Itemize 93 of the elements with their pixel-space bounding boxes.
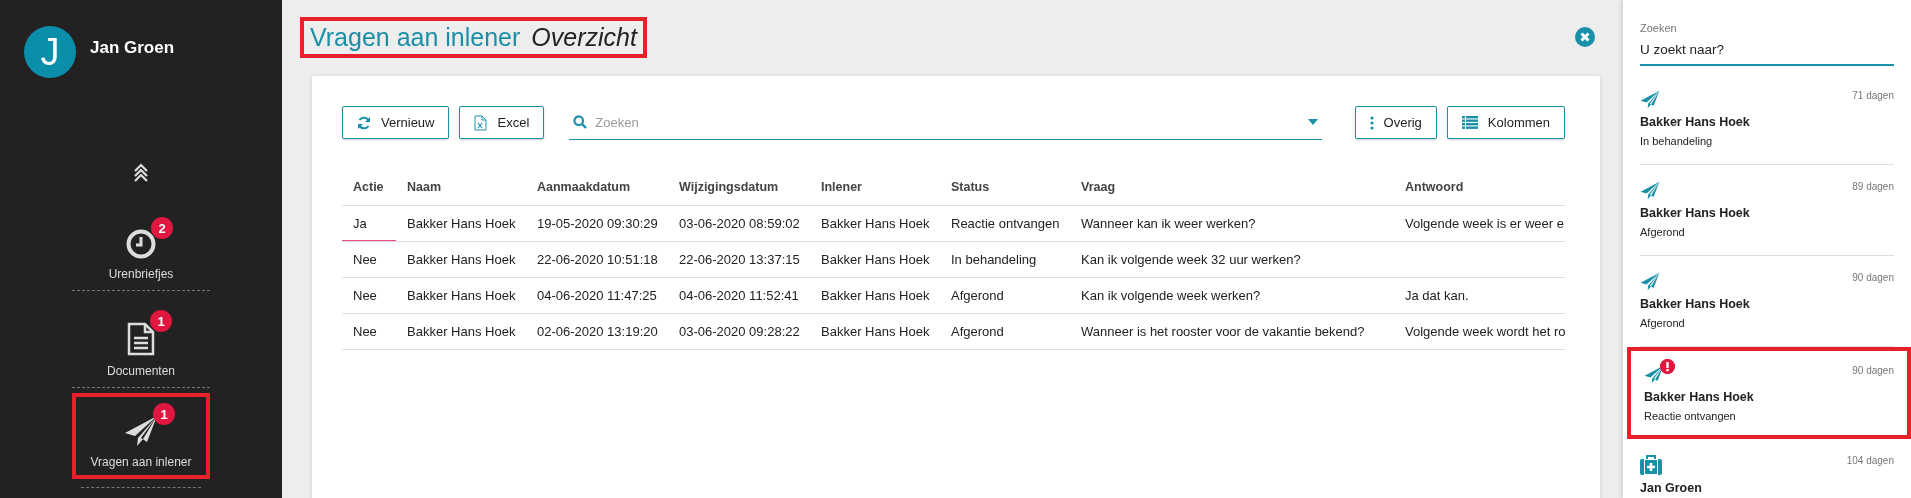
- columns-button[interactable]: Kolommen: [1446, 106, 1565, 139]
- table-cell: In behandeling: [951, 252, 1037, 267]
- item-name: Bakker Hans Hoek: [1640, 206, 1751, 220]
- age-label: 89 dagen: [1852, 181, 1894, 192]
- column-header[interactable]: Aanmaakdatum: [537, 180, 631, 194]
- item-status: Reactie ontvangen: [1644, 410, 1737, 422]
- table-cell: 22-06-2020 13:37:15: [679, 252, 800, 267]
- page-title: Vragen aan inlener: [310, 23, 521, 52]
- table-cell: 03-06-2020 09:28:22: [679, 324, 800, 339]
- item-status: In behandeling: [1640, 135, 1714, 147]
- item-name: Jan Groen: [1640, 481, 1703, 495]
- list-item[interactable]: 104 dagen Jan Groen: [1640, 439, 1894, 498]
- double-chevron-up-icon[interactable]: [133, 163, 149, 183]
- alert-icon: [1660, 359, 1675, 374]
- column-header[interactable]: Inlener: [821, 180, 862, 194]
- age-label: 104 dagen: [1846, 455, 1894, 466]
- list-item[interactable]: 89 dagen Bakker Hans Hoek Afgerond: [1640, 165, 1894, 256]
- age-label: 90 dagen: [1852, 272, 1894, 283]
- count-badge: 1: [150, 310, 172, 332]
- table-cell: Bakker Hans Hoek: [821, 288, 930, 303]
- list-item[interactable]: 90 dagen Bakker Hans Hoek Reactie ontvangen: [1627, 347, 1911, 439]
- avatar: J: [24, 26, 76, 78]
- paper-plane-icon: [1644, 365, 1664, 384]
- nav-item[interactable]: 2 Urenbriefjes: [72, 194, 210, 291]
- table-cell: Ja dat kan.: [1405, 288, 1469, 303]
- table-cell: Kan ik volgende week werken?: [1081, 288, 1261, 303]
- column-header[interactable]: Antwoord: [1405, 180, 1464, 194]
- search-label: Zoeken: [1640, 22, 1678, 34]
- table-cell: Bakker Hans Hoek: [407, 252, 516, 267]
- table-cell: Nee: [353, 288, 377, 303]
- column-header[interactable]: Naam: [407, 180, 442, 194]
- table-cell: Nee: [353, 324, 377, 339]
- table-cell: 03-06-2020 08:59:02: [679, 216, 800, 231]
- table-cell: Afgerond: [951, 324, 1004, 339]
- page-subtitle: Overzicht: [531, 23, 637, 52]
- search-icon: [573, 115, 588, 129]
- table-cell: Wanneer kan ik weer werken?: [1081, 216, 1256, 231]
- table-cell: 19-05-2020 09:30:29: [537, 216, 658, 231]
- table-cell: Bakker Hans Hoek: [407, 288, 516, 303]
- caret-down-icon[interactable]: [1307, 119, 1318, 125]
- table-cell: Reactie ontvangen: [951, 216, 1060, 231]
- close-icon[interactable]: [1575, 27, 1595, 47]
- item-name: Bakker Hans Hoek: [1640, 297, 1751, 311]
- table-cell: Bakker Hans Hoek: [407, 216, 516, 231]
- nav-label: Urenbriefjes: [108, 267, 174, 281]
- table-cell: Nee: [353, 252, 377, 267]
- table-cell: Kan ik volgende week 32 uur werken?: [1081, 252, 1301, 267]
- paper-plane-icon: [1640, 181, 1660, 200]
- table-cell: Bakker Hans Hoek: [821, 324, 930, 339]
- table-cell: Bakker Hans Hoek: [407, 324, 516, 339]
- item-name: Bakker Hans Hoek: [1640, 115, 1751, 129]
- paper-plane-icon: [1640, 272, 1660, 291]
- count-badge: 1: [153, 403, 175, 425]
- nav-label: Vragen aan inlener: [90, 455, 192, 469]
- medical-kit-icon: [1640, 455, 1662, 475]
- excel-file-icon: [474, 114, 488, 131]
- list-item[interactable]: 71 dagen Bakker Hans Hoek In behandeling: [1640, 74, 1894, 165]
- column-header[interactable]: Status: [951, 180, 990, 194]
- column-header[interactable]: Wijzigingsdatum: [679, 180, 779, 194]
- refresh-icon: [357, 115, 371, 130]
- more-button[interactable]: Overig: [1354, 106, 1437, 139]
- table-cell: Volgende week wordt het ro: [1405, 324, 1565, 339]
- paper-plane-icon: [124, 415, 158, 447]
- clock-icon: [126, 229, 156, 259]
- table-cell: Wanneer is het rooster voor de vakantie bekend?: [1081, 324, 1365, 339]
- table-cell: Afgerond: [951, 288, 1004, 303]
- list-item[interactable]: 90 dagen Bakker Hans Hoek Afgerond: [1640, 256, 1894, 347]
- table-cell: Volgende week is er weer e: [1405, 216, 1564, 231]
- document-icon: [127, 322, 155, 356]
- list-icon: [1461, 116, 1478, 129]
- table-cell: Bakker Hans Hoek: [821, 216, 930, 231]
- excel-button[interactable]: Excel: [459, 106, 545, 139]
- item-name: Bakker Hans Hoek: [1644, 390, 1755, 404]
- paper-plane-icon: [1640, 90, 1660, 109]
- age-label: 90 dagen: [1852, 365, 1894, 376]
- vertical-dots-icon: [1369, 115, 1374, 130]
- table-cell: 02-06-2020 13:19:20: [537, 324, 658, 339]
- table-cell: 04-06-2020 11:47:25: [537, 288, 657, 303]
- table-cell: Ja: [353, 216, 367, 231]
- table-cell: 04-06-2020 11:52:41: [679, 288, 799, 303]
- age-label: 71 dagen: [1852, 90, 1894, 101]
- item-status: Afgerond: [1640, 226, 1686, 238]
- user-name: Jan Groen: [90, 38, 175, 58]
- nav-label: Documenten: [106, 364, 175, 378]
- nav-item[interactable]: 1 Documenten: [72, 291, 210, 388]
- table-cell: Bakker Hans Hoek: [821, 252, 930, 267]
- column-header[interactable]: Actie: [353, 180, 384, 194]
- count-badge: 2: [151, 217, 173, 239]
- column-header[interactable]: Vraag: [1081, 180, 1116, 194]
- refresh-button[interactable]: Vernieuw: [342, 106, 450, 139]
- nav-item[interactable]: 1 Vragen aan inlener: [72, 393, 210, 479]
- item-status: Afgerond: [1640, 317, 1686, 329]
- table-cell: 22-06-2020 10:51:18: [537, 252, 658, 267]
